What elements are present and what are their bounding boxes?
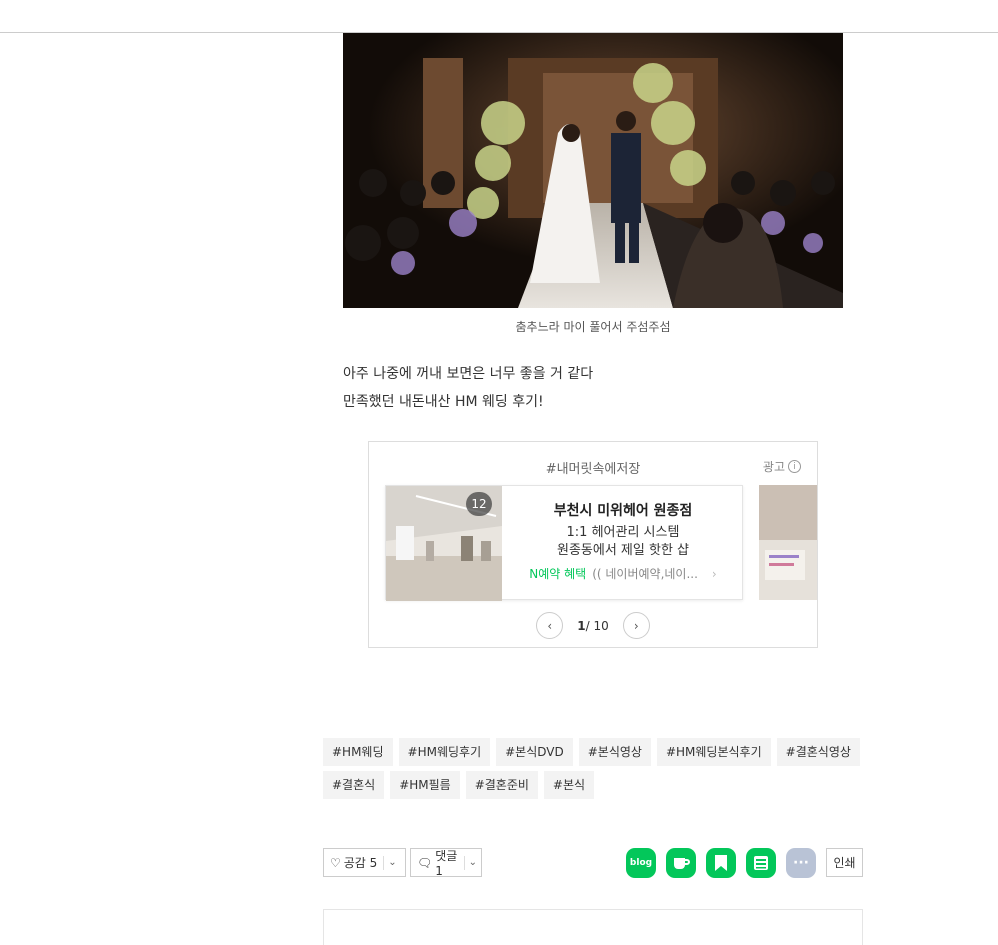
ad-thumbnail: 12 — [386, 486, 502, 601]
ad-label-text: 광고 — [762, 460, 785, 474]
ad-description: 원종동에서 제일 핫한 샵 — [557, 543, 689, 558]
comment-box[interactable] — [323, 909, 863, 945]
ad-booking-detail: (( 네이버예약,네이... — [592, 567, 698, 581]
tag-link[interactable]: #결혼준비 — [465, 771, 538, 799]
wedding-photo — [343, 33, 843, 308]
ad-meta: N예약 혜택 (( 네이버예약,네이... › — [502, 565, 744, 582]
page-current: 1 — [577, 618, 586, 633]
tag-link[interactable]: #HM웨딩후기 — [398, 738, 491, 766]
chevron-right-icon: › — [711, 566, 717, 581]
ad-hashtag: #내머릿속에저장 — [545, 462, 641, 477]
print-button[interactable]: 인쇄 — [826, 848, 863, 877]
ad-pager: ‹ 1/ 10 › — [369, 612, 817, 639]
top-bar — [0, 0, 998, 33]
ad-card[interactable]: 12 부천시 미위헤어 원종점 1:1 헤어관리 시스템 원종동에서 제일 핫한… — [385, 485, 744, 601]
ad-card-next-peek[interactable] — [759, 485, 817, 600]
heart-icon: ♡ — [330, 855, 341, 870]
comment-main[interactable]: 🗨 댓글 1 — [411, 847, 464, 878]
chevron-down-icon[interactable]: ⌄ — [465, 857, 481, 868]
image-count-badge: 12 — [466, 492, 492, 516]
tag-list: #HM웨딩 #HM웨딩후기 #본식DVD #본식영상 #HM웨딩본식후기 #결혼… — [323, 738, 863, 799]
ad-text: 부천시 미위헤어 원종점 1:1 헤어관리 시스템 원종동에서 제일 핫한 샵 … — [502, 486, 744, 601]
post-body: 아주 나중에 꺼내 보면은 너무 좋을 거 같다 만족했던 내돈내산 HM 웨딩… — [343, 360, 593, 416]
ad-description: 1:1 헤어관리 시스템 — [566, 525, 680, 540]
more-icon[interactable]: ··· — [786, 848, 816, 878]
speech-bubble-icon: 🗨 — [417, 855, 433, 870]
photo-caption: 춤추느라 마이 풀어서 주섬주섬 — [515, 320, 671, 334]
comment-label: 댓글 1 — [435, 849, 458, 878]
body-line: 아주 나중에 꺼내 보면은 너무 좋을 거 같다 — [343, 366, 594, 382]
page-indicator: 1/ 10 — [577, 619, 609, 633]
chevron-down-icon[interactable]: ⌄ — [384, 857, 400, 868]
like-button[interactable]: ♡ 공감 5 ⌄ — [323, 848, 406, 877]
ad-booking-label: N예약 혜택 — [529, 567, 587, 581]
tag-link[interactable]: #HM웨딩본식후기 — [656, 738, 771, 766]
tag-link[interactable]: #HM웨딩 — [323, 738, 393, 766]
post-actions: ♡ 공감 5 ⌄ 🗨 댓글 1 ⌄ blog ··· 인쇄 — [323, 848, 863, 878]
tag-link[interactable]: #결혼식영상 — [776, 738, 860, 766]
cafe-share-icon[interactable] — [666, 848, 696, 878]
tag-link[interactable]: #HM필름 — [390, 771, 460, 799]
body-line: 만족했던 내돈내산 HM 웨딩 후기! — [343, 394, 544, 410]
next-button[interactable]: › — [622, 612, 650, 639]
tag-link[interactable]: #결혼식 — [323, 771, 385, 799]
tag-link[interactable]: #본식영상 — [578, 738, 651, 766]
like-label: 공감 5 — [343, 856, 378, 870]
tag-link[interactable]: #본식DVD — [496, 738, 573, 766]
prev-button[interactable]: ‹ — [536, 612, 564, 639]
like-main[interactable]: ♡ 공감 5 — [324, 854, 383, 871]
chevron-left-icon: ‹ — [547, 618, 553, 633]
blog-share-icon[interactable]: blog — [626, 848, 656, 878]
keep-share-icon[interactable] — [706, 848, 736, 878]
memo-share-icon[interactable] — [746, 848, 776, 878]
tag-link[interactable]: #본식 — [543, 771, 595, 799]
page-total: / 10 — [585, 618, 609, 633]
chevron-right-icon: › — [633, 618, 639, 633]
ad-module: #내머릿속에저장 광고 i 12 부천시 미위헤어 원종점 1:1 헤어관리 시… — [368, 441, 818, 648]
comment-button[interactable]: 🗨 댓글 1 ⌄ — [410, 847, 482, 878]
info-icon[interactable]: i — [788, 460, 801, 473]
ad-title: 부천시 미위헤어 원종점 — [553, 503, 693, 519]
ad-label[interactable]: 광고 i — [763, 458, 801, 475]
